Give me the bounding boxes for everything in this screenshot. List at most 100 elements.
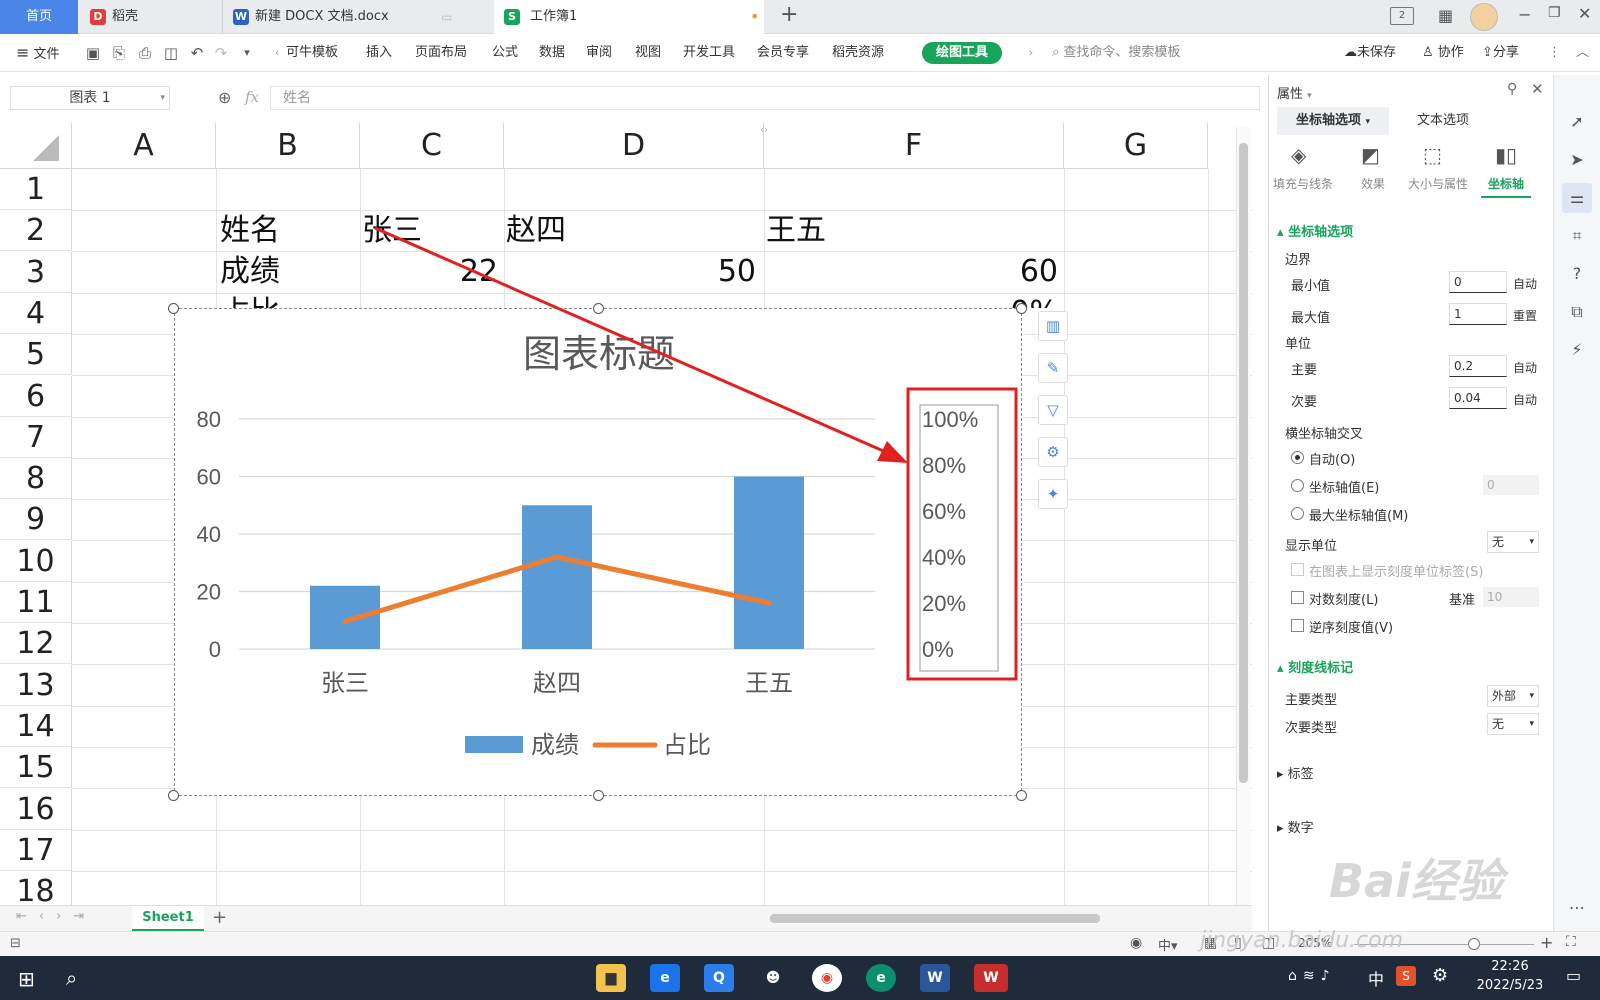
sync-icon[interactable]: ⚡ [1566,339,1588,361]
help-icon[interactable]: ? [1566,263,1588,285]
min-input[interactable]: 0 [1449,271,1507,293]
base-input[interactable]: 10 [1483,587,1539,607]
more-options-icon[interactable]: ⋮ [1548,34,1561,72]
major-auto-button[interactable]: 自动 [1513,359,1537,376]
close-panel-icon[interactable]: ✕ [1531,80,1544,98]
min-auto-button[interactable]: 自动 [1513,275,1537,292]
subtab-effects[interactable]: 效果 [1349,175,1397,192]
tab-workbook[interactable]: S 工作簿1 • [494,0,764,34]
menu-item[interactable]: 公式 [492,34,518,72]
clock-date[interactable]: 2022/5/23 [1470,978,1550,993]
max-input[interactable]: 1 [1449,303,1507,325]
clock-time[interactable]: 22:26 [1470,959,1550,974]
wps-icon[interactable]: W [974,964,1008,992]
vertical-scroll-thumb[interactable] [1239,143,1248,783]
input-method-icon[interactable]: 中▾ [1158,935,1178,954]
menu-item[interactable]: 稻壳资源 [832,34,884,72]
rocket-icon[interactable]: ➚ [1566,111,1588,133]
vertical-scrollbar[interactable] [1236,127,1250,907]
minor-type-select[interactable]: 无 ▾ [1487,713,1539,735]
settings-gear-icon[interactable]: ⚙ [1432,965,1448,986]
menu-item[interactable]: 审阅 [586,34,612,72]
log-scale-checkbox[interactable] [1291,591,1304,604]
scroll-right-icon[interactable]: › [1022,44,1040,62]
formula-input[interactable]: 姓名 [270,86,1260,110]
horizontal-scroll-thumb[interactable] [770,914,1100,923]
section-axis-options[interactable]: ▴ 坐标轴选项 [1277,221,1353,240]
browser-e-icon[interactable]: e [650,964,680,992]
more-tools-icon[interactable]: ⋯ [1566,897,1588,919]
tab-home[interactable]: 首页 [0,0,78,34]
new-tab-button[interactable]: + [780,2,798,27]
axis-bars-icon[interactable]: ▮▯ [1495,143,1517,167]
sogou-icon[interactable]: S [1396,966,1416,986]
axis-value-input[interactable]: 0 [1483,475,1539,495]
tab-document[interactable]: W 新建 DOCX 文档.docx ▭ [222,0,492,34]
menu-item[interactable]: 页面布局 [415,34,467,72]
add-sheet-button[interactable]: + [212,907,227,928]
section-tick-marks[interactable]: ▴ 刻度线标记 [1277,657,1353,676]
section-number[interactable]: ▸ 数字 [1277,817,1314,836]
sheet-nav-icons[interactable]: ⇤‹›⇥ [16,909,96,924]
subtab-axis[interactable]: 坐标轴 [1481,175,1531,198]
avatar[interactable] [1470,3,1498,31]
section-labels[interactable]: ▸ 标签 [1277,763,1314,782]
crop-icon[interactable]: ⌗ [1566,225,1588,247]
sheet-tab-sheet1[interactable]: Sheet1 [132,906,204,931]
name-box[interactable]: 图表 1 ▾ [10,86,170,110]
minor-auto-button[interactable]: 自动 [1513,391,1537,408]
tab-daoke[interactable]: D 稻壳 [80,0,220,34]
reverse-checkbox[interactable] [1291,619,1304,632]
subtab-size-properties[interactable]: 大小与属性 [1403,175,1473,192]
print-icon[interactable]: ⎙ [136,44,154,62]
collapse-ribbon-icon[interactable]: ︿ [1576,34,1589,72]
file-menu[interactable]: ≡ 文件 [16,34,60,72]
qq-icon[interactable]: ☻ [758,964,788,992]
chrome-icon[interactable]: ◉ [812,964,842,992]
panel-header[interactable]: 属性 ▾ [1277,83,1312,102]
tab-axis-options[interactable]: 坐标轴选项 ▾ [1277,107,1389,135]
show-unit-label-checkbox[interactable] [1291,563,1304,576]
zoom-slider-thumb[interactable] [1468,938,1480,950]
menu-item[interactable]: 视图 [635,34,661,72]
eye-protect-icon[interactable]: ◉ [1130,935,1142,951]
windows-start-icon[interactable]: ⊞ [18,967,35,991]
monitor-icon[interactable]: ▭ [441,0,452,34]
fx-icon[interactable]: fx [245,88,259,106]
major-unit-input[interactable]: 0.2 [1449,355,1507,377]
radio-axis-value[interactable] [1291,479,1304,492]
minimize-icon[interactable]: − [1518,5,1531,24]
scroll-left-icon[interactable]: ‹ [268,44,286,62]
customize-dropdown-icon[interactable]: ▾ [238,44,256,62]
display-unit-select[interactable]: 无 ▾ [1487,531,1539,553]
tray-icons[interactable]: ⌂≋♪ [1288,968,1336,984]
grid-apps-icon[interactable]: ▦ [1438,6,1453,25]
menu-item[interactable]: 开发工具 [683,34,735,72]
fullscreen-icon[interactable]: ⛶ [1566,934,1576,950]
preview-icon[interactable]: ◫ [162,44,180,62]
share-button[interactable]: ⇪分享 [1482,34,1519,72]
menu-item[interactable]: 可牛模板 [286,34,338,72]
select-pointer-icon[interactable]: ➤ [1566,149,1588,171]
ime-indicator[interactable]: 中 [1368,966,1384,990]
draw-tool-tab[interactable]: 绘图工具 [922,42,1002,64]
menu-item[interactable]: 会员专享 [757,34,809,72]
radio-max-axis[interactable] [1291,507,1304,520]
name-box-dropdown-icon[interactable]: ▾ [160,87,165,109]
radio-auto[interactable] [1291,451,1304,464]
meeting-app-icon[interactable]: Q [704,964,734,992]
layout-icon[interactable]: 2 [1390,7,1414,25]
zoom-in-icon[interactable]: + [1540,933,1553,952]
export-icon[interactable]: ⎘ [110,44,128,62]
fill-line-icon[interactable]: ◈ [1291,143,1306,167]
notification-icon[interactable]: ▭ [1566,966,1581,985]
menu-item[interactable]: 数据 [539,34,565,72]
undo-icon[interactable]: ↶ [188,44,206,62]
properties-sliders-icon[interactable]: ⚌ [1562,183,1592,213]
file-explorer-icon[interactable]: ▆ [596,964,626,992]
save-icon[interactable]: ▣ [84,44,102,62]
backup-icon[interactable]: ⧉ [1566,301,1588,323]
major-type-select[interactable]: 外部 ▾ [1487,685,1539,707]
unsaved-button[interactable]: ☁未保存 [1344,34,1396,72]
max-reset-button[interactable]: 重置 [1513,307,1537,324]
